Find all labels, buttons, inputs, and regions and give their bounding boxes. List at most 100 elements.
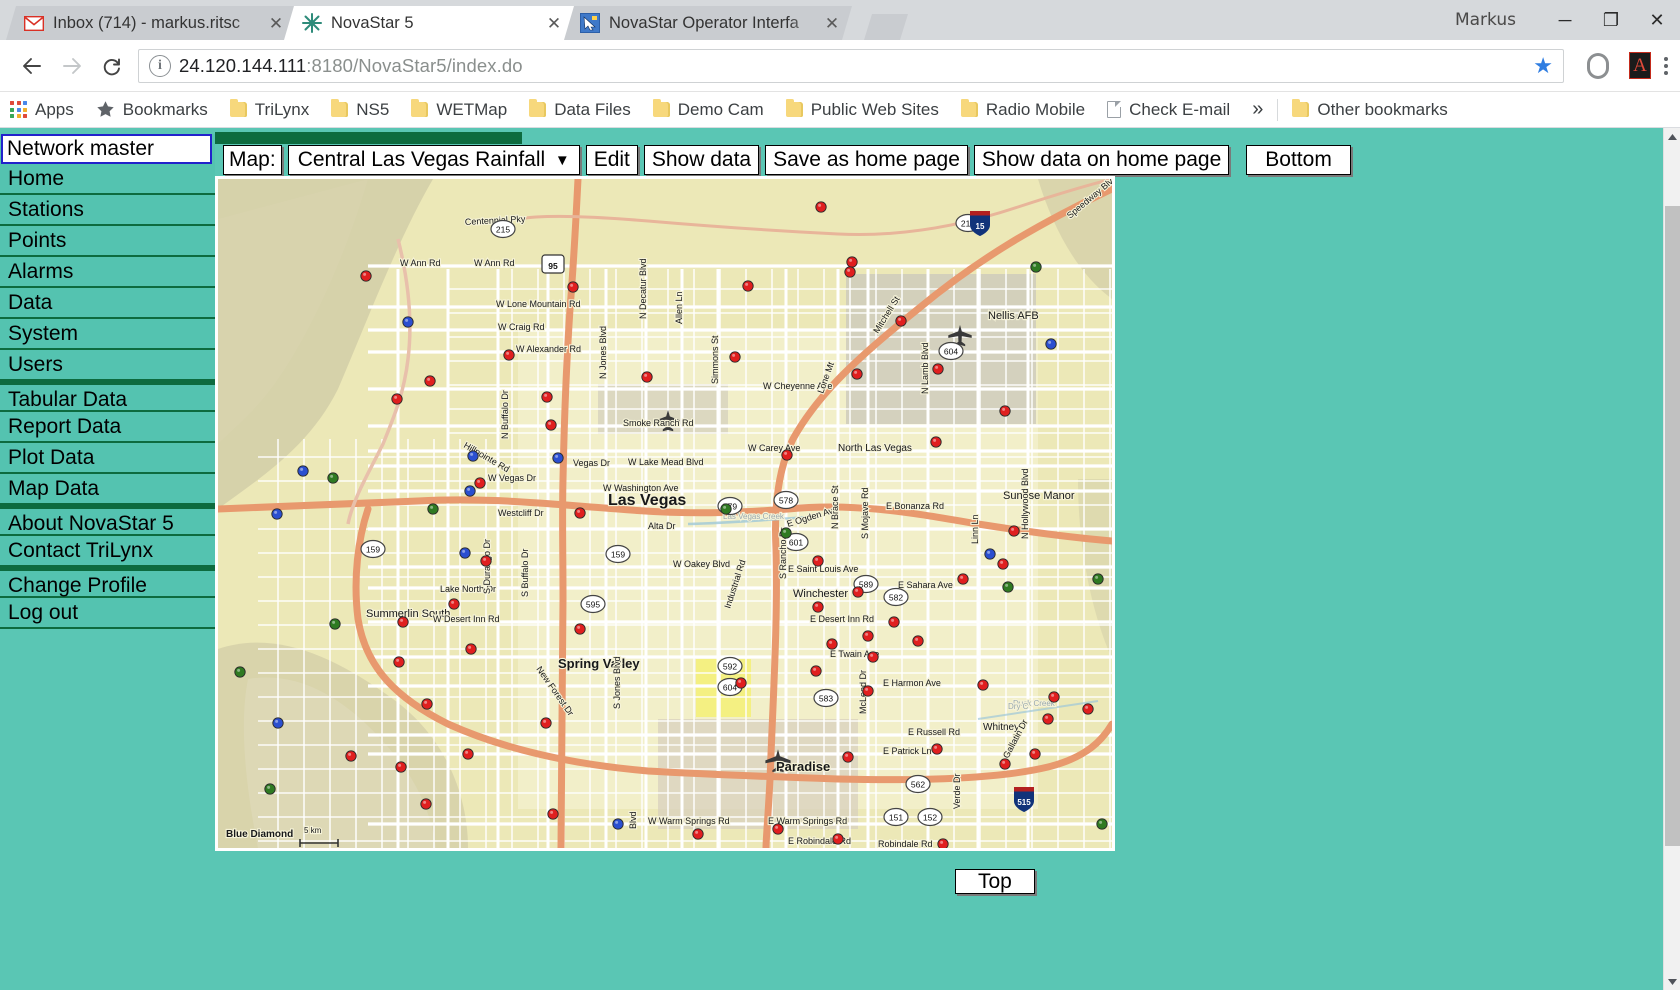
top-button[interactable]: Top bbox=[955, 869, 1035, 894]
svg-text:W Ann Rd: W Ann Rd bbox=[400, 258, 441, 268]
scroll-up-icon[interactable] bbox=[1664, 128, 1680, 145]
svg-text:W Craig Rd: W Craig Rd bbox=[498, 322, 545, 332]
maximize-restore-button[interactable]: ❐ bbox=[1588, 0, 1634, 40]
bookmarks-overflow-icon[interactable]: » bbox=[1252, 98, 1263, 121]
svg-text:152: 152 bbox=[923, 812, 937, 822]
svg-text:159: 159 bbox=[611, 549, 625, 559]
bookmarks-bar: Apps Bookmarks TriLynx NS5 WETMap Data F… bbox=[0, 92, 1680, 128]
sidebar-item-plot-data[interactable]: Plot Data bbox=[0, 443, 215, 474]
close-icon[interactable]: ✕ bbox=[822, 15, 842, 32]
bookmark-bookmarks[interactable]: Bookmarks bbox=[96, 100, 208, 120]
svg-text:Vegas Dr: Vegas Dr bbox=[573, 458, 610, 468]
reload-icon[interactable] bbox=[92, 46, 132, 86]
svg-text:Dry C: Dry C bbox=[1008, 702, 1029, 711]
site-info-icon[interactable]: i bbox=[149, 55, 171, 77]
profile-name[interactable]: Markus bbox=[1455, 10, 1516, 30]
sidebar-item-data[interactable]: Data bbox=[0, 288, 215, 319]
tab-novastar5[interactable]: NovaStar 5 ✕ bbox=[284, 6, 574, 40]
sidebar-item-points[interactable]: Points bbox=[0, 226, 215, 257]
vertical-scrollbar[interactable] bbox=[1663, 128, 1680, 990]
svg-text:W Lake Mead Blvd: W Lake Mead Blvd bbox=[628, 457, 704, 467]
svg-text:592: 592 bbox=[723, 661, 737, 671]
bookmark-star-icon[interactable]: ★ bbox=[1533, 53, 1553, 79]
url-path: /NovaStar5/index.do bbox=[353, 55, 523, 76]
scroll-down-icon[interactable] bbox=[1664, 973, 1680, 990]
svg-text:Winchester: Winchester bbox=[793, 588, 848, 600]
bottom-button[interactable]: Bottom bbox=[1246, 145, 1351, 175]
bookmark-data-files[interactable]: Data Files bbox=[529, 100, 631, 120]
bookmark-check-email[interactable]: Check E-mail bbox=[1107, 100, 1230, 120]
show-data-on-home-page-button[interactable]: Show data on home page bbox=[974, 145, 1229, 175]
network-master-field[interactable]: Network master bbox=[1, 134, 212, 164]
browser-window: Inbox (714) - markus.ritsc ✕ NovaStar 5 … bbox=[0, 0, 1680, 990]
new-tab-button[interactable] bbox=[864, 14, 908, 40]
back-icon[interactable] bbox=[12, 46, 52, 86]
bookmark-trilynx[interactable]: TriLynx bbox=[230, 100, 309, 120]
browser-toolbar: i 24.120.144.111:8180/NovaStar5/index.do… bbox=[0, 40, 1680, 92]
opera-extension-icon[interactable] bbox=[1582, 50, 1614, 82]
sidebar-item-stations[interactable]: Stations bbox=[0, 195, 215, 226]
svg-text:W Oakey Blvd: W Oakey Blvd bbox=[673, 559, 730, 569]
show-data-button[interactable]: Show data bbox=[644, 145, 759, 175]
map-label: Map: bbox=[223, 145, 282, 175]
sidebar-item-about-novastar-5[interactable]: About NovaStar 5 bbox=[0, 505, 215, 536]
sidebar-item-users[interactable]: Users bbox=[0, 350, 215, 381]
svg-text:604: 604 bbox=[723, 682, 737, 692]
tab-title: NovaStar Operator Interfa bbox=[609, 14, 822, 33]
svg-text:Westcliff Dr: Westcliff Dr bbox=[498, 508, 544, 518]
folder-icon bbox=[411, 102, 428, 117]
map-toolbar: Map: Central Las Vegas Rainfall ▼ Edit S… bbox=[223, 145, 1351, 175]
adobe-acrobat-extension-icon[interactable]: A bbox=[1624, 50, 1656, 82]
svg-text:W Warm Springs Rd: W Warm Springs Rd bbox=[648, 816, 730, 826]
page-viewport: Network master Home Stations Points Alar… bbox=[0, 128, 1680, 990]
svg-text:N Hollywood Blvd: N Hollywood Blvd bbox=[1020, 468, 1030, 539]
svg-text:151: 151 bbox=[889, 812, 903, 822]
sidebar-item-log-out[interactable]: Log out bbox=[0, 598, 215, 629]
sidebar-item-report-data[interactable]: Report Data bbox=[0, 412, 215, 443]
address-bar[interactable]: i 24.120.144.111:8180/NovaStar5/index.do… bbox=[138, 49, 1564, 83]
tab-gmail[interactable]: Inbox (714) - markus.ritsc ✕ bbox=[6, 6, 296, 40]
bookmark-demo-cam[interactable]: Demo Cam bbox=[653, 100, 764, 120]
bookmark-radio-mobile[interactable]: Radio Mobile bbox=[961, 100, 1085, 120]
bookmark-apps[interactable]: Apps bbox=[10, 100, 74, 120]
sidebar-nav: Network master Home Stations Points Alar… bbox=[0, 134, 215, 629]
map-select[interactable]: Central Las Vegas Rainfall ▼ bbox=[288, 145, 580, 175]
bookmark-ns5[interactable]: NS5 bbox=[331, 100, 389, 120]
close-icon[interactable]: ✕ bbox=[266, 15, 286, 32]
bookmark-label: Other bookmarks bbox=[1317, 100, 1447, 120]
scrollbar-thumb[interactable] bbox=[1665, 206, 1680, 846]
window-close-button[interactable]: ✕ bbox=[1634, 0, 1680, 40]
sidebar-item-map-data[interactable]: Map Data bbox=[0, 474, 215, 505]
bookmark-label: WETMap bbox=[436, 100, 507, 120]
sidebar-item-contact-trilynx[interactable]: Contact TriLynx bbox=[0, 536, 215, 567]
svg-text:Alta Dr: Alta Dr bbox=[648, 521, 676, 531]
star-icon bbox=[96, 100, 115, 119]
sidebar-item-alarms[interactable]: Alarms bbox=[0, 257, 215, 288]
kebab-menu-icon[interactable] bbox=[1664, 57, 1668, 75]
svg-text:N Brace St: N Brace St bbox=[830, 485, 840, 529]
sidebar-item-system[interactable]: System bbox=[0, 319, 215, 350]
svg-text:North Las Vegas: North Las Vegas bbox=[838, 443, 912, 454]
close-icon[interactable]: ✕ bbox=[544, 15, 564, 32]
bookmark-label: Apps bbox=[35, 100, 74, 120]
tab-title: Inbox (714) - markus.ritsc bbox=[53, 14, 266, 33]
save-as-home-page-button[interactable]: Save as home page bbox=[765, 145, 968, 175]
tab-novastar-operator[interactable]: NovaStar Operator Interfa ✕ bbox=[562, 6, 852, 40]
map-image[interactable]: Centennial PkyW Ann RdW Ann RdW Lone Mou… bbox=[215, 176, 1115, 851]
bookmark-label: TriLynx bbox=[255, 100, 309, 120]
bookmark-other-bookmarks[interactable]: Other bookmarks bbox=[1292, 100, 1447, 120]
minimize-button[interactable]: ─ bbox=[1542, 0, 1588, 40]
map-canvas[interactable]: Centennial PkyW Ann RdW Ann RdW Lone Mou… bbox=[218, 179, 1112, 848]
tab-strip: Inbox (714) - markus.ritsc ✕ NovaStar 5 … bbox=[0, 0, 1680, 40]
map-select-value: Central Las Vegas Rainfall bbox=[298, 148, 545, 171]
svg-text:N Decatur Blvd: N Decatur Blvd bbox=[638, 258, 648, 319]
bookmark-public-web-sites[interactable]: Public Web Sites bbox=[786, 100, 939, 120]
sidebar-item-tabular-data[interactable]: Tabular Data bbox=[0, 381, 215, 412]
svg-text:E Sahara Ave: E Sahara Ave bbox=[898, 580, 953, 590]
sidebar-item-change-profile[interactable]: Change Profile bbox=[0, 567, 215, 598]
svg-text:Simmons St: Simmons St bbox=[710, 335, 720, 384]
bookmark-wetmap[interactable]: WETMap bbox=[411, 100, 507, 120]
edit-button[interactable]: Edit bbox=[586, 145, 638, 175]
folder-icon bbox=[529, 102, 546, 117]
sidebar-item-home[interactable]: Home bbox=[0, 164, 215, 195]
